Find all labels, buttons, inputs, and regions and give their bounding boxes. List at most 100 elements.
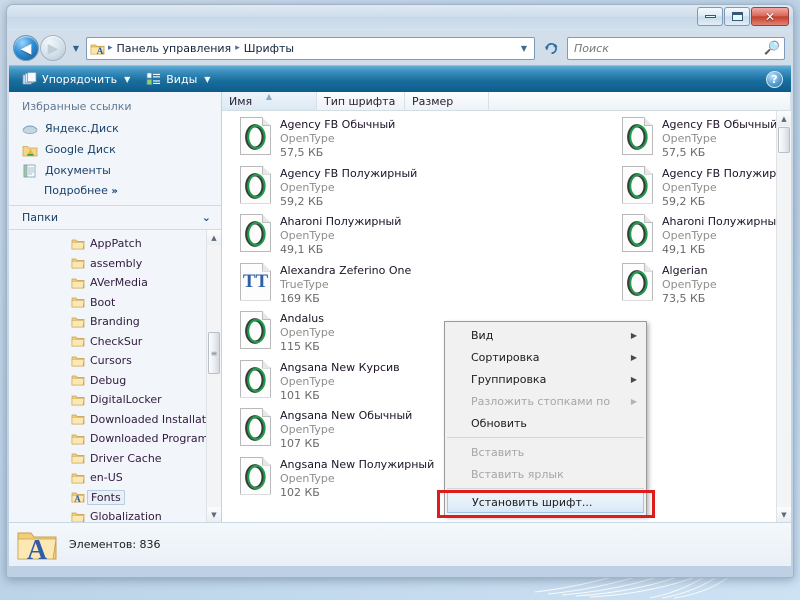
search-icon: 🔍 (763, 40, 780, 56)
command-toolbar: Упорядочить ▼ Виды ▼ ? (9, 65, 791, 92)
highlight-annotation-box (437, 490, 655, 518)
tree-item-label: AppPatch (90, 237, 142, 251)
context-menu-item-label: Вставить (471, 445, 525, 459)
context-menu-item[interactable]: Группировка ▶ (445, 368, 646, 390)
sidebar-item-documents[interactable]: Документы (9, 160, 221, 181)
search-box[interactable]: 🔍 (567, 36, 785, 60)
scroll-up-arrow-icon[interactable]: ▲ (207, 230, 221, 245)
sort-ascending-icon: ▲ (265, 92, 273, 101)
scroll-down-arrow-icon[interactable]: ▼ (207, 507, 221, 522)
file-item[interactable]: Angsana New Обычный OpenType 107 КБ (240, 408, 412, 451)
explorer-window: ✕ ◀ ▶ ▼ A ▸ Панель управления ▸ Шрифты ▼ (6, 4, 794, 578)
sidebar-item-google-drive[interactable]: Google Диск (9, 139, 221, 160)
back-button[interactable]: ◀ (13, 35, 39, 61)
folder-icon (71, 297, 85, 308)
search-input[interactable] (574, 41, 764, 55)
chevron-down-icon[interactable]: ▼ (516, 44, 532, 53)
tree-item-label: Downloaded Installati (90, 412, 210, 426)
context-menu-item: Разложить стопками по ▶ (445, 390, 646, 412)
opentype-font-icon (240, 359, 271, 398)
help-button[interactable]: ? (766, 70, 783, 88)
file-item[interactable]: Angsana New Курсив OpenType 101 КБ (240, 359, 400, 403)
minimize-button[interactable] (697, 7, 723, 26)
status-bar: A Элементов: 836 (9, 522, 791, 566)
tree-item-label: Cursors (90, 354, 132, 368)
tree-item[interactable]: Driver Cache (9, 449, 221, 469)
tree-item[interactable]: AVerMedia (9, 273, 221, 293)
context-menu-item[interactable]: Сортировка ▶ (445, 346, 646, 368)
file-item[interactable]: Algerian OpenType 73,5 КБ (622, 262, 717, 306)
file-list-scrollbar[interactable]: ▲ ▼ (776, 111, 791, 522)
file-item[interactable]: Agency FB Полужирный OpenType 59,2 КБ (622, 165, 791, 209)
breadcrumb-item-fonts[interactable]: Шрифты (241, 41, 297, 56)
submenu-arrow-icon: ▶ (630, 396, 637, 406)
column-header[interactable]: Размер (405, 92, 489, 110)
tree-item[interactable]: Downloaded Installati (9, 410, 221, 430)
file-item-info: Angsana New Обычный OpenType 107 КБ (280, 408, 412, 451)
folders-section-header[interactable]: Папки ⌄ (9, 206, 221, 230)
window-body: Избранные ссылки Яндекс.Диск Google Диск (9, 92, 791, 522)
file-type: OpenType (280, 326, 335, 339)
file-size: 101 КБ (280, 388, 320, 402)
tree-item[interactable]: Boot (9, 293, 221, 313)
scrollbar-thumb[interactable]: ≡ (208, 332, 220, 374)
file-item[interactable]: Andalus OpenType 115 КБ (240, 311, 335, 354)
file-item[interactable]: Agency FB Полужирный OpenType 59,2 КБ (240, 165, 417, 209)
context-menu-item[interactable]: Обновить (445, 412, 646, 434)
tree-item[interactable]: Downloaded Program (9, 429, 221, 449)
tree-item-label: Downloaded Program (90, 432, 209, 446)
context-menu[interactable]: Вид ▶ Сортировка ▶ Группировка ▶ Разложить сто… (444, 321, 647, 516)
column-header[interactable]: ▲ Имя (222, 92, 317, 110)
chevron-down-icon: ▼ (204, 74, 211, 84)
tree-item[interactable]: A Fonts (9, 488, 221, 508)
context-menu-item-label: Разложить стопками по (471, 394, 611, 408)
tree-item[interactable]: assembly (9, 254, 221, 274)
folder-tree-wrapper: AppPatch assembly AVerMedia Boot Branding Che… (9, 230, 221, 522)
fonts-folder-icon: A (90, 41, 105, 57)
recent-pages-dropdown[interactable]: ▼ (71, 44, 81, 53)
tree-item[interactable]: AppPatch (9, 234, 221, 254)
close-button[interactable]: ✕ (751, 7, 789, 26)
file-size: 57,5 КБ (280, 146, 324, 159)
organize-button[interactable]: Упорядочить ▼ (16, 70, 136, 88)
file-size: 107 КБ (280, 437, 320, 450)
forward-arrow-icon: ▶ (47, 41, 59, 57)
file-item[interactable]: Agency FB Обычный OpenType 57,5 КБ (240, 117, 395, 160)
maximize-button[interactable] (724, 7, 750, 26)
file-name: Angsana New Полужирный (280, 457, 435, 471)
breadcrumb-item-control-panel[interactable]: Панель управления (114, 41, 235, 56)
sidebar-more-link[interactable]: Подробнее » (9, 181, 221, 203)
views-button[interactable]: Виды ▼ (140, 70, 216, 88)
folder-tree-scrollbar[interactable]: ▲ ≡ ▼ (206, 230, 221, 522)
file-type: OpenType (662, 180, 717, 194)
opentype-font-icon (240, 117, 271, 155)
scroll-down-arrow-icon[interactable]: ▼ (777, 507, 791, 522)
scrollbar-thumb[interactable] (778, 127, 790, 153)
tree-item[interactable]: CheckSur (9, 332, 221, 352)
column-header[interactable]: Тип шрифта (317, 92, 405, 110)
chevron-down-icon: ▼ (124, 74, 131, 84)
file-item-info: Agency FB Обычный OpenType 57,5 КБ (662, 117, 777, 160)
file-type: OpenType (662, 132, 717, 145)
tree-item[interactable]: Debug (9, 371, 221, 391)
tree-item[interactable]: DigitalLocker (9, 390, 221, 410)
sidebar-item-yandex-disk[interactable]: Яндекс.Диск (9, 118, 221, 139)
context-menu-item[interactable]: Вид ▶ (445, 324, 646, 346)
file-item[interactable]: Aharoni Полужирный OpenType 49,1 КБ (622, 214, 783, 257)
tree-item[interactable]: Branding (9, 312, 221, 332)
opentype-font-icon (240, 456, 271, 495)
file-item[interactable]: Agency FB Обычный OpenType 57,5 КБ (622, 117, 777, 160)
tree-item[interactable]: Globalization (9, 507, 221, 522)
tree-item[interactable]: en-US (9, 468, 221, 488)
forward-button[interactable]: ▶ (40, 35, 66, 61)
file-item[interactable]: Aharoni Полужирный OpenType 49,1 КБ (240, 214, 401, 257)
file-name: Angsana New Обычный (280, 409, 413, 422)
breadcrumb[interactable]: A ▸ Панель управления ▸ Шрифты ▼ (86, 36, 535, 60)
refresh-button[interactable] (540, 37, 562, 59)
file-item[interactable]: Angsana New Полужирный OpenType 102 КБ (240, 456, 435, 500)
tree-item-label: Boot (90, 295, 116, 309)
file-size: 73,5 КБ (662, 291, 706, 305)
file-item[interactable]: TT Alexandra Zeferino One TrueType 169 КБ (240, 262, 411, 306)
scroll-up-arrow-icon[interactable]: ▲ (777, 111, 791, 126)
tree-item[interactable]: Cursors (9, 351, 221, 371)
